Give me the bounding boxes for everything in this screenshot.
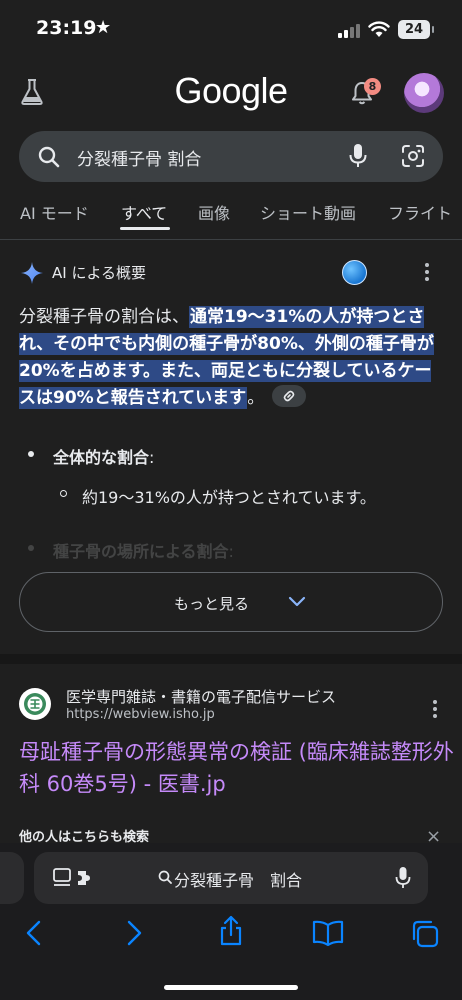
bullet-title: 全体的な割合 [53, 448, 150, 467]
summary-intro: 分裂種子骨の割合は、 [19, 307, 189, 327]
address-mic-icon[interactable] [395, 866, 411, 890]
link-icon [283, 390, 295, 402]
browser-bottom-bar: 分裂種子骨 割合 [0, 843, 462, 1000]
sub-bullet-text: 約19〜31%の人が持つとされています。 [82, 488, 376, 507]
ai-sparkle-icon [21, 262, 43, 284]
wifi-icon [368, 21, 390, 37]
bookmarks-icon[interactable] [312, 919, 344, 947]
star-icon: ★ [95, 17, 112, 38]
result-more-options-icon[interactable] [433, 700, 437, 721]
active-tab-indicator [120, 227, 170, 230]
bullet-colon: : [149, 448, 155, 467]
tab-images[interactable]: 画像 [198, 200, 230, 224]
ai-overview-summary: 分裂種子骨の割合は、通常19〜31%の人が持つとされ、その中でも内側の種子骨が8… [19, 304, 443, 412]
status-time: 23:19 [36, 17, 97, 39]
bullet-dot [28, 451, 34, 457]
google-lens-icon[interactable] [401, 144, 425, 168]
site-favicon[interactable] [19, 688, 51, 720]
address-search-icon [158, 870, 172, 884]
search-tabs: AI モード すべて 画像 ショート動画 フライト [0, 196, 462, 240]
isho-logo-icon [24, 693, 46, 715]
ai-overview-title: AI による概要 [52, 264, 147, 282]
bullet-colon: : [228, 542, 234, 561]
notification-badge: 8 [364, 78, 381, 95]
previous-tab-peek[interactable] [0, 852, 24, 904]
cellular-signal-icon [338, 22, 360, 38]
page-menu-icon[interactable] [52, 867, 96, 889]
source-badge-icon[interactable] [342, 260, 367, 285]
result-title-link[interactable]: 母趾種子骨の形態異常の検証 (臨床雑誌整形外科 60巻5号) - 医書.jp [19, 736, 459, 800]
ai-overview-header: AI による概要 [20, 259, 440, 287]
search-icon [38, 146, 60, 168]
summary-end: 。 [247, 388, 265, 408]
status-bar: 23:19 ★ 24 [0, 0, 462, 60]
bullet-title: 種子骨の場所による割合 [53, 542, 229, 561]
address-bar[interactable]: 分裂種子骨 割合 [34, 852, 428, 904]
address-text: 分裂種子骨 割合 [174, 871, 303, 890]
tab-ai-mode[interactable]: AI モード [20, 200, 89, 224]
back-icon[interactable] [24, 919, 44, 947]
forward-icon[interactable] [124, 919, 144, 947]
hollow-bullet [60, 490, 67, 497]
home-indicator [164, 985, 298, 990]
tab-all[interactable]: すべて [121, 200, 167, 224]
show-more-label: もっと見る [174, 595, 250, 613]
search-input[interactable]: 分裂種子骨 割合 [77, 145, 201, 170]
show-more-button[interactable]: もっと見る [19, 572, 443, 632]
browser-toolbar [0, 915, 462, 955]
chevron-down-icon [288, 596, 306, 607]
share-icon[interactable] [217, 915, 245, 947]
site-url[interactable]: https://webview.isho.jp [66, 707, 215, 722]
mic-icon[interactable] [349, 143, 367, 169]
tab-flights[interactable]: フライト [388, 200, 452, 224]
site-name[interactable]: 医学専門雑誌・書籍の電子配信サービス [66, 686, 336, 707]
search-bar[interactable]: 分裂種子骨 割合 [19, 131, 443, 182]
section-divider [0, 654, 462, 664]
source-link-chip[interactable] [272, 385, 307, 407]
tabs-icon[interactable] [410, 919, 440, 949]
battery-icon: 24 [398, 20, 434, 39]
avatar[interactable] [404, 73, 444, 113]
tab-short-videos[interactable]: ショート動画 [260, 200, 356, 224]
google-logo[interactable]: Google [0, 70, 462, 112]
bullet-dot [28, 545, 34, 551]
more-options-icon[interactable] [425, 263, 431, 284]
